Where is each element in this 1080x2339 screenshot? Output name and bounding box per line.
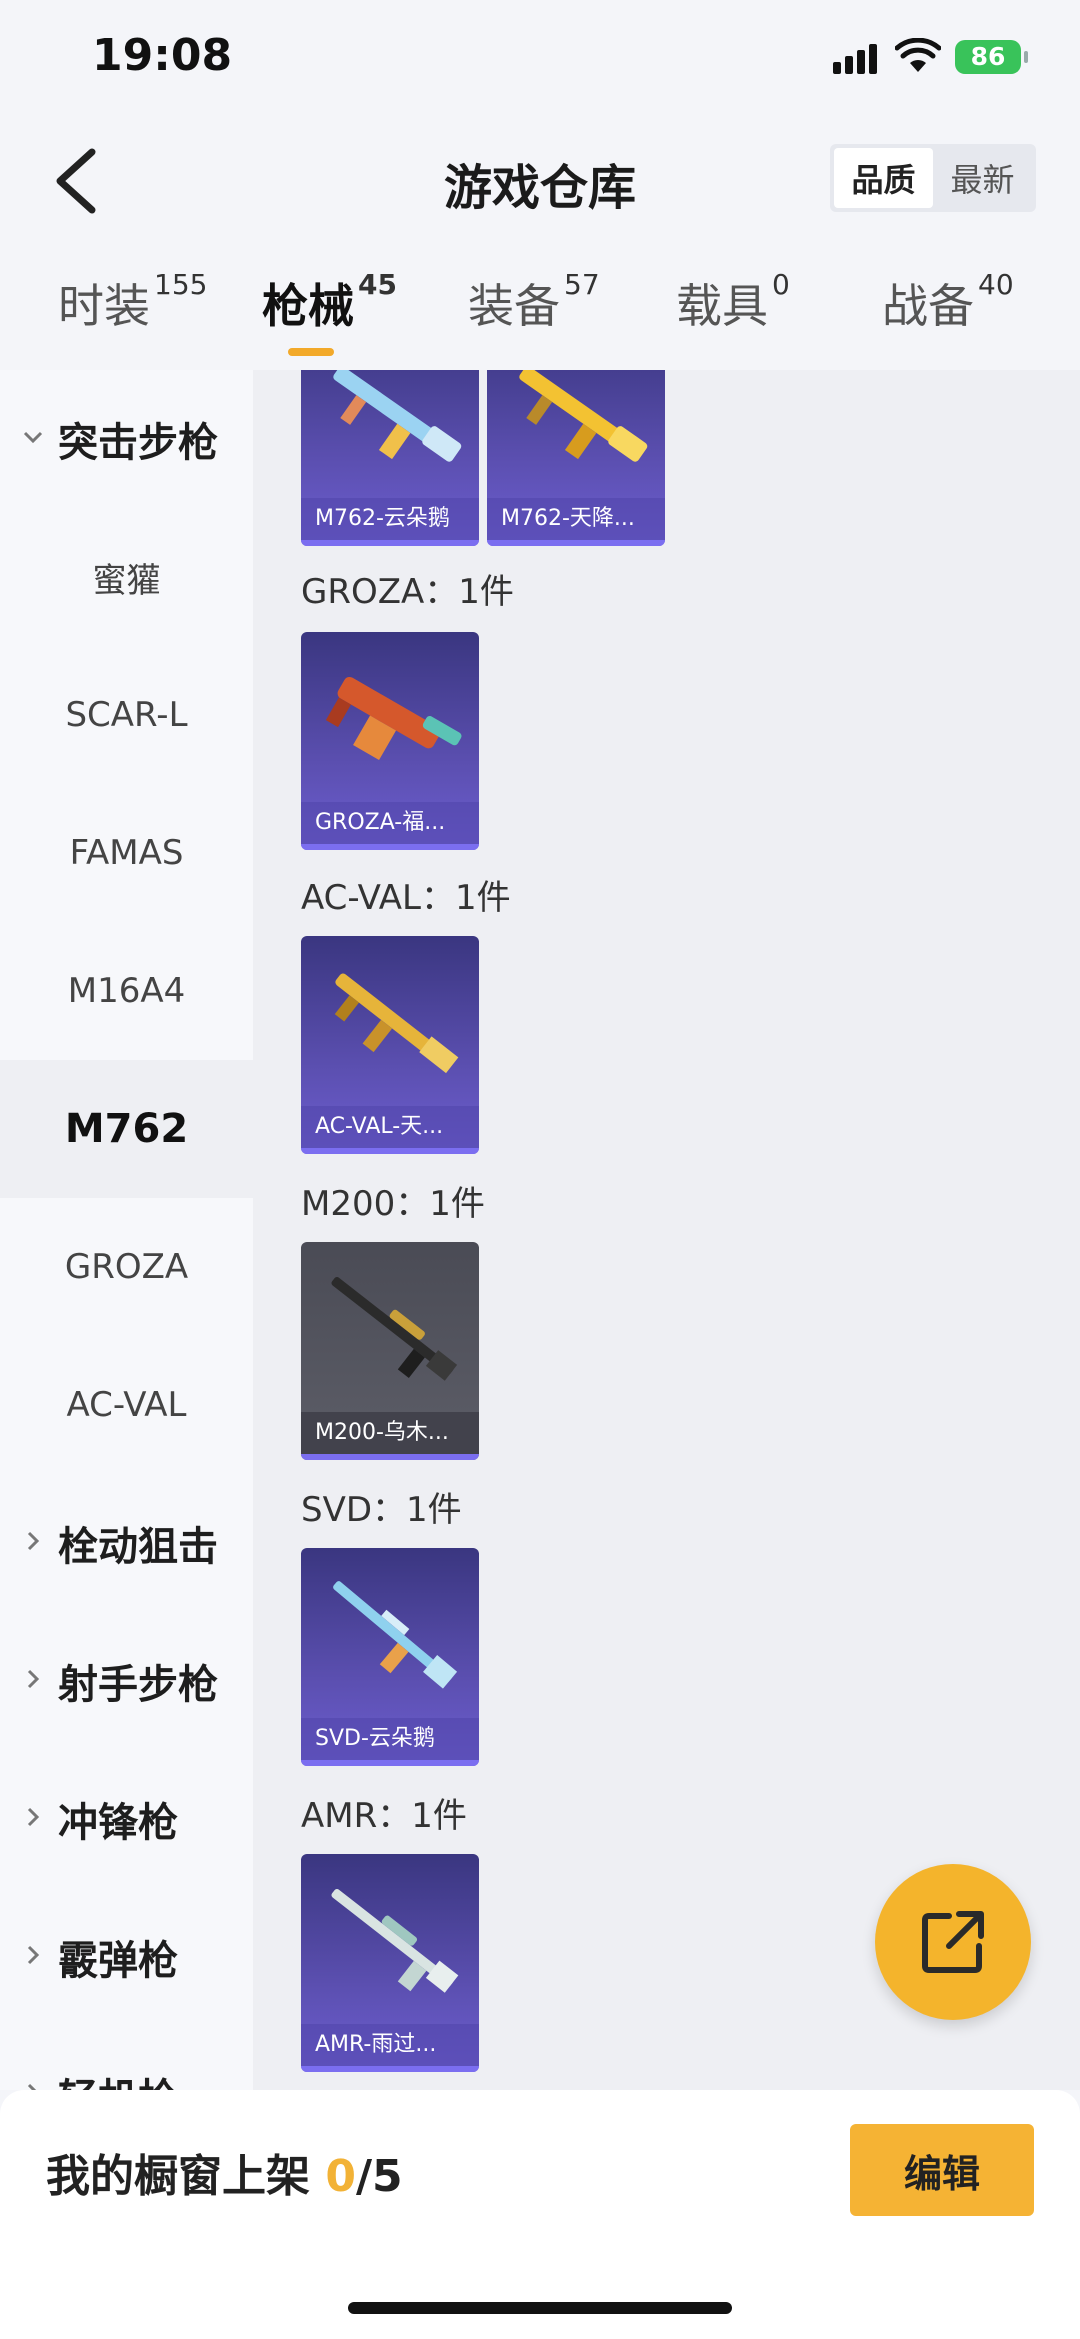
header: 游戏仓库 品质 最新 xyxy=(0,120,1080,240)
skin-card-caption: AMR-雨过... xyxy=(301,2024,479,2066)
weapon-skin-list: M762-云朵鹅 M762-天降... GROZA：1件 GROZA-福... … xyxy=(253,370,1080,2090)
share-floating-button[interactable] xyxy=(875,1864,1031,2020)
sidebar-item-ac-val[interactable]: AC-VAL xyxy=(0,1336,253,1474)
sidebar-category-shotgun[interactable]: 霰弹枪 xyxy=(0,1888,253,2026)
group-label-amr: AMR：1件 xyxy=(301,1796,467,1836)
sniper-skin-image xyxy=(331,1888,459,1993)
group-label-m200: M200：1件 xyxy=(301,1184,485,1224)
skin-card-caption: M762-天降... xyxy=(487,498,665,540)
skin-card[interactable]: M200-乌木... xyxy=(301,1242,479,1460)
wifi-icon xyxy=(895,38,941,72)
rifle-skin-image xyxy=(333,370,462,462)
chevron-right-icon xyxy=(27,2083,37,2090)
skin-card-caption: M200-乌木... xyxy=(301,1412,479,1454)
skin-card-caption: AC-VAL-天... xyxy=(301,1106,479,1148)
sidebar-category-assault-rifle[interactable]: 突击步枪 xyxy=(0,370,253,508)
sidebar-item-honey-badger[interactable]: 蜜獾 xyxy=(0,508,253,646)
sidebar-item-m762[interactable]: M762 xyxy=(0,1060,253,1198)
sidebar-item-famas[interactable]: FAMAS xyxy=(0,784,253,922)
group-label-groza: GROZA：1件 xyxy=(301,572,514,612)
sidebar-category-smg[interactable]: 冲锋枪 xyxy=(0,1750,253,1888)
sidebar-category-marksman[interactable]: 射手步枪 xyxy=(0,1612,253,1750)
chevron-right-icon xyxy=(27,1669,40,1689)
sidebar-item-scar-l[interactable]: SCAR-L xyxy=(0,646,253,784)
chevron-right-icon xyxy=(27,1945,40,1965)
tab-vehicles[interactable]: 载具 0 xyxy=(676,268,790,336)
skin-card[interactable]: M762-天降... xyxy=(487,370,665,546)
chevron-down-icon xyxy=(23,431,43,444)
skin-card-caption: M762-云朵鹅 xyxy=(301,498,479,540)
rifle-skin-image xyxy=(519,370,648,462)
skin-card[interactable]: SVD-云朵鹅 xyxy=(301,1548,479,1766)
tab-supplies[interactable]: 战备 40 xyxy=(882,268,1014,336)
skin-card[interactable]: AC-VAL-天... xyxy=(301,936,479,1154)
sort-newest-button[interactable]: 最新 xyxy=(933,148,1032,208)
sort-quality-button[interactable]: 品质 xyxy=(834,148,933,208)
status-time: 19:08 xyxy=(92,30,233,81)
rifle-skin-image xyxy=(334,973,459,1074)
sidebar-item-groza[interactable]: GROZA xyxy=(0,1198,253,1336)
cellular-signal-icon xyxy=(833,44,881,74)
active-tab-indicator xyxy=(288,348,334,356)
sidebar-item-m16a4[interactable]: M16A4 xyxy=(0,922,253,1060)
sniper-skin-image xyxy=(331,1276,458,1381)
external-link-icon xyxy=(922,1911,984,1973)
category-tabs: 时装 155 枪械 45 装备 57 载具 0 战备 40 xyxy=(0,240,1080,370)
tab-guns[interactable]: 枪械 45 xyxy=(262,268,397,336)
sniper-skin-image xyxy=(333,1581,458,1689)
showcase-status: 我的橱窗上架 0/5 xyxy=(46,2151,403,2202)
skin-card[interactable]: AMR-雨过... xyxy=(301,1854,479,2072)
tab-equipment[interactable]: 装备 57 xyxy=(468,268,600,336)
tab-fashion[interactable]: 时装 155 xyxy=(58,268,207,336)
sidebar-category-lmg[interactable]: 轻机枪 xyxy=(0,2026,253,2090)
weapon-category-sidebar: 突击步枪 蜜獾 SCAR-L FAMAS M16A4 M762 GROZA AC… xyxy=(0,370,253,2090)
group-label-svd: SVD：1件 xyxy=(301,1490,462,1530)
skin-card-caption: GROZA-福... xyxy=(301,802,479,844)
bottom-bar: 我的橱窗上架 0/5 编辑 xyxy=(0,2090,1080,2339)
rifle-skin-image xyxy=(325,676,462,761)
battery-icon: 86 xyxy=(955,40,1028,74)
chevron-right-icon xyxy=(27,1531,40,1551)
edit-button[interactable]: 编辑 xyxy=(850,2124,1034,2216)
skin-card-caption: SVD-云朵鹅 xyxy=(301,1718,479,1760)
sidebar-category-bolt-sniper[interactable]: 栓动狙击 xyxy=(0,1474,253,1612)
home-indicator xyxy=(348,2302,732,2314)
group-label-ac-val: AC-VAL：1件 xyxy=(301,878,511,918)
status-bar: 19:08 86 xyxy=(0,0,1080,120)
skin-card[interactable]: M762-云朵鹅 xyxy=(301,370,479,546)
skin-card[interactable]: GROZA-福... xyxy=(301,632,479,850)
sort-toggle: 品质 最新 xyxy=(830,144,1036,212)
chevron-right-icon xyxy=(27,1807,40,1827)
